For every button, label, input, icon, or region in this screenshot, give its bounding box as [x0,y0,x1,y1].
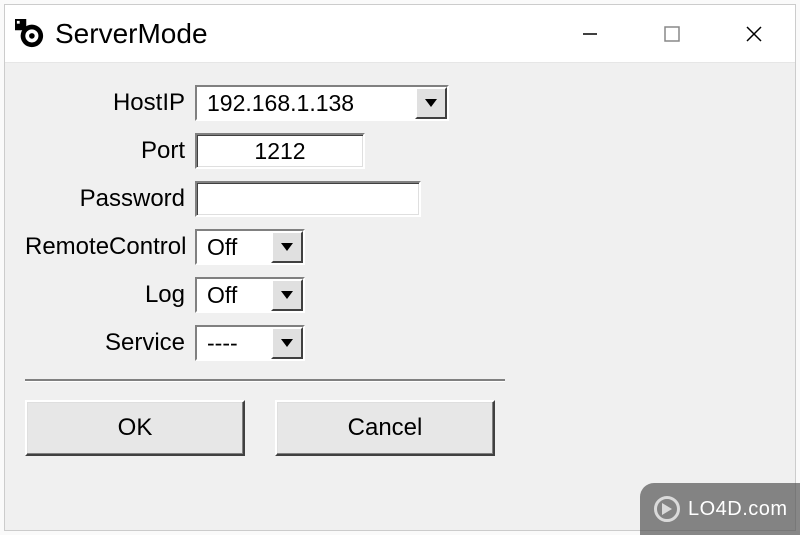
watermark-icon [654,496,680,522]
port-input[interactable] [195,133,365,169]
log-label: Log [25,281,195,309]
close-icon [744,24,764,44]
maximize-button[interactable] [631,5,713,62]
hostip-label: HostIP [25,89,195,117]
minimize-button[interactable] [549,5,631,62]
titlebar: ServerMode [5,5,795,63]
hostip-dropdown-button[interactable] [415,87,447,119]
separator [25,379,505,382]
chevron-down-icon [281,339,293,347]
ok-button[interactable]: OK [25,400,245,456]
hostip-row: HostIP 192.168.1.138 [25,85,775,121]
server-mode-window: ServerMode HostIP 192.168.1.138 [4,4,796,531]
cancel-button[interactable]: Cancel [275,400,495,456]
log-row: Log Off [25,277,775,313]
remotecontrol-dropdown-button[interactable] [271,231,303,263]
minimize-icon [581,25,599,43]
chevron-down-icon [425,99,437,107]
log-value: Off [197,279,271,311]
watermark: LO4D.com [640,483,800,535]
service-combo[interactable]: ---- [195,325,305,361]
dialog-body: HostIP 192.168.1.138 Port Password Remot… [5,63,795,530]
app-icon [15,19,45,49]
password-input[interactable] [195,181,421,217]
hostip-value: 192.168.1.138 [197,87,415,119]
service-row: Service ---- [25,325,775,361]
port-row: Port [25,133,775,169]
window-controls [549,5,795,62]
close-button[interactable] [713,5,795,62]
watermark-text: LO4D.com [688,498,788,521]
window-title: ServerMode [55,18,208,50]
button-row: OK Cancel [25,400,775,456]
hostip-combo[interactable]: 192.168.1.138 [195,85,449,121]
service-label: Service [25,329,195,357]
remotecontrol-label: RemoteControl [25,233,195,261]
password-row: Password [25,181,775,217]
port-label: Port [25,137,195,165]
maximize-icon [664,26,680,42]
service-value: ---- [197,327,271,359]
remotecontrol-combo[interactable]: Off [195,229,305,265]
password-label: Password [25,185,195,213]
chevron-down-icon [281,243,293,251]
remotecontrol-row: RemoteControl Off [25,229,775,265]
log-combo[interactable]: Off [195,277,305,313]
log-dropdown-button[interactable] [271,279,303,311]
remotecontrol-value: Off [197,231,271,263]
service-dropdown-button[interactable] [271,327,303,359]
chevron-down-icon [281,291,293,299]
